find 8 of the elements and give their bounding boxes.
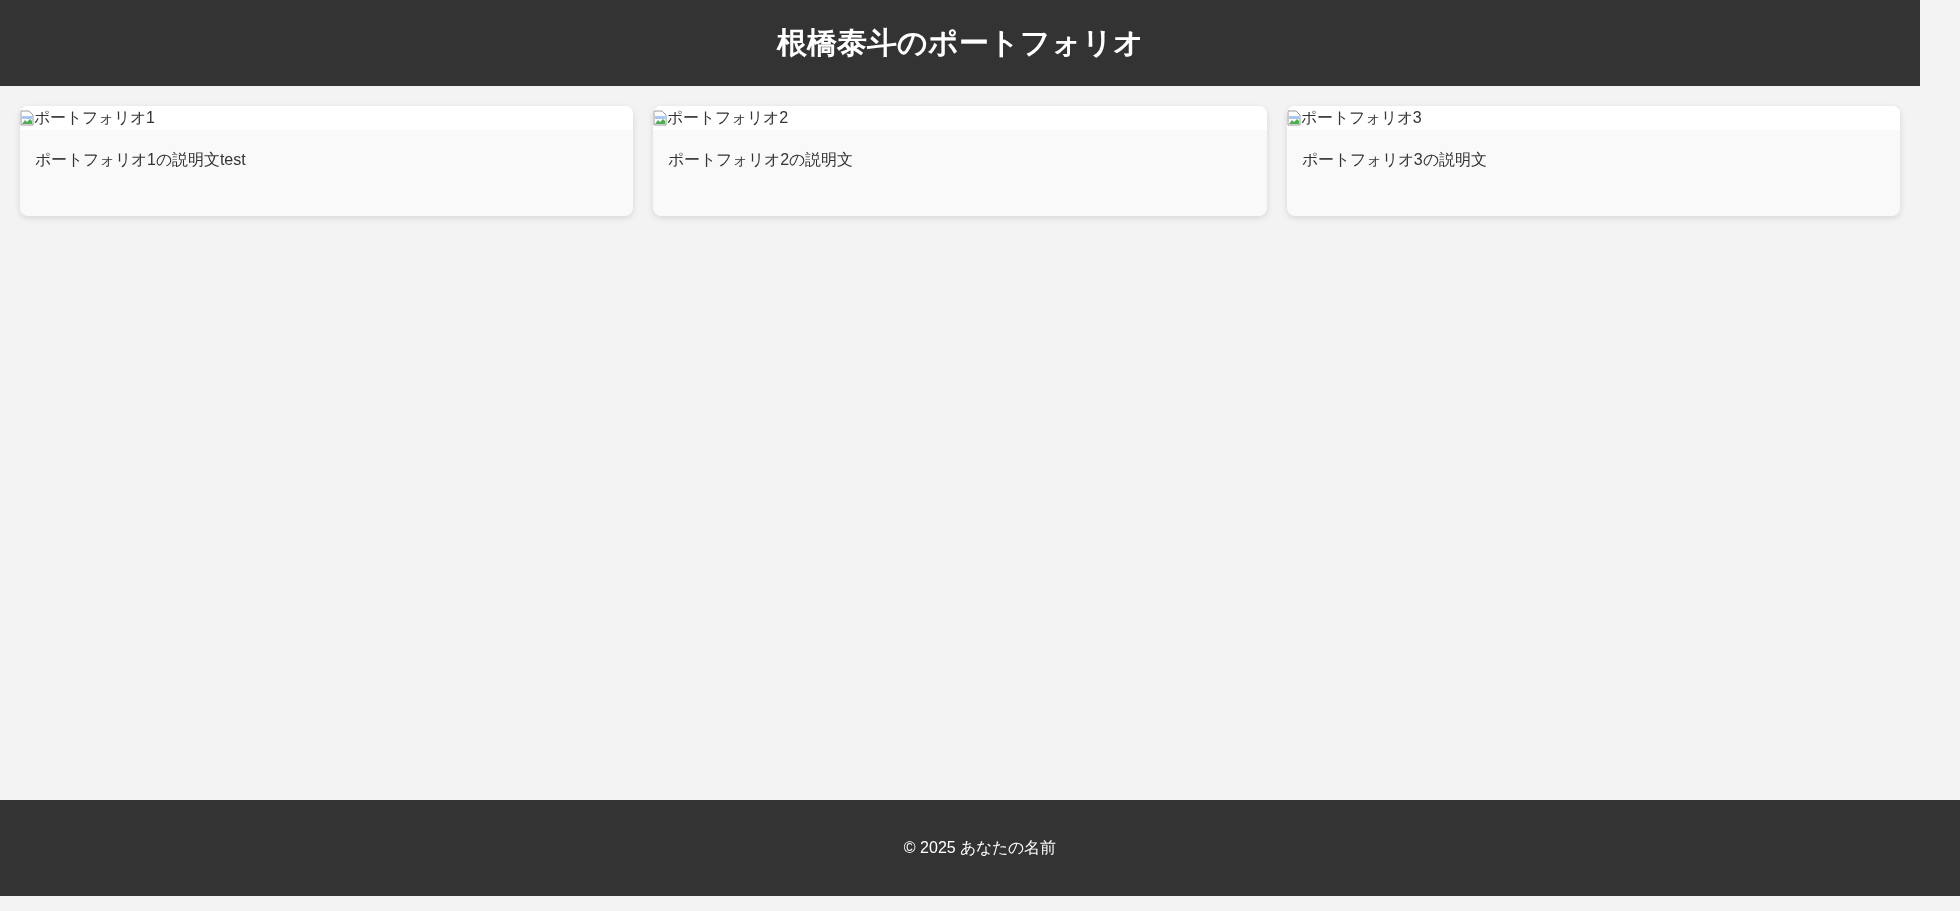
card-description: ポートフォリオ1の説明文test bbox=[34, 150, 247, 170]
image-alt-text: ポートフォリオ1 bbox=[34, 107, 155, 128]
image-alt-text: ポートフォリオ2 bbox=[667, 107, 789, 128]
image-alt-text: ポートフォリオ3 bbox=[1300, 107, 1422, 128]
card-description: ポートフォリオ3の説明文 bbox=[1300, 150, 1488, 170]
page-title: 根橋泰斗のポートフォリオ bbox=[776, 23, 1144, 62]
copyright-text: © 2025 あなたの名前 bbox=[903, 837, 1057, 858]
card-description: ポートフォリオ2の説明文 bbox=[667, 150, 855, 170]
